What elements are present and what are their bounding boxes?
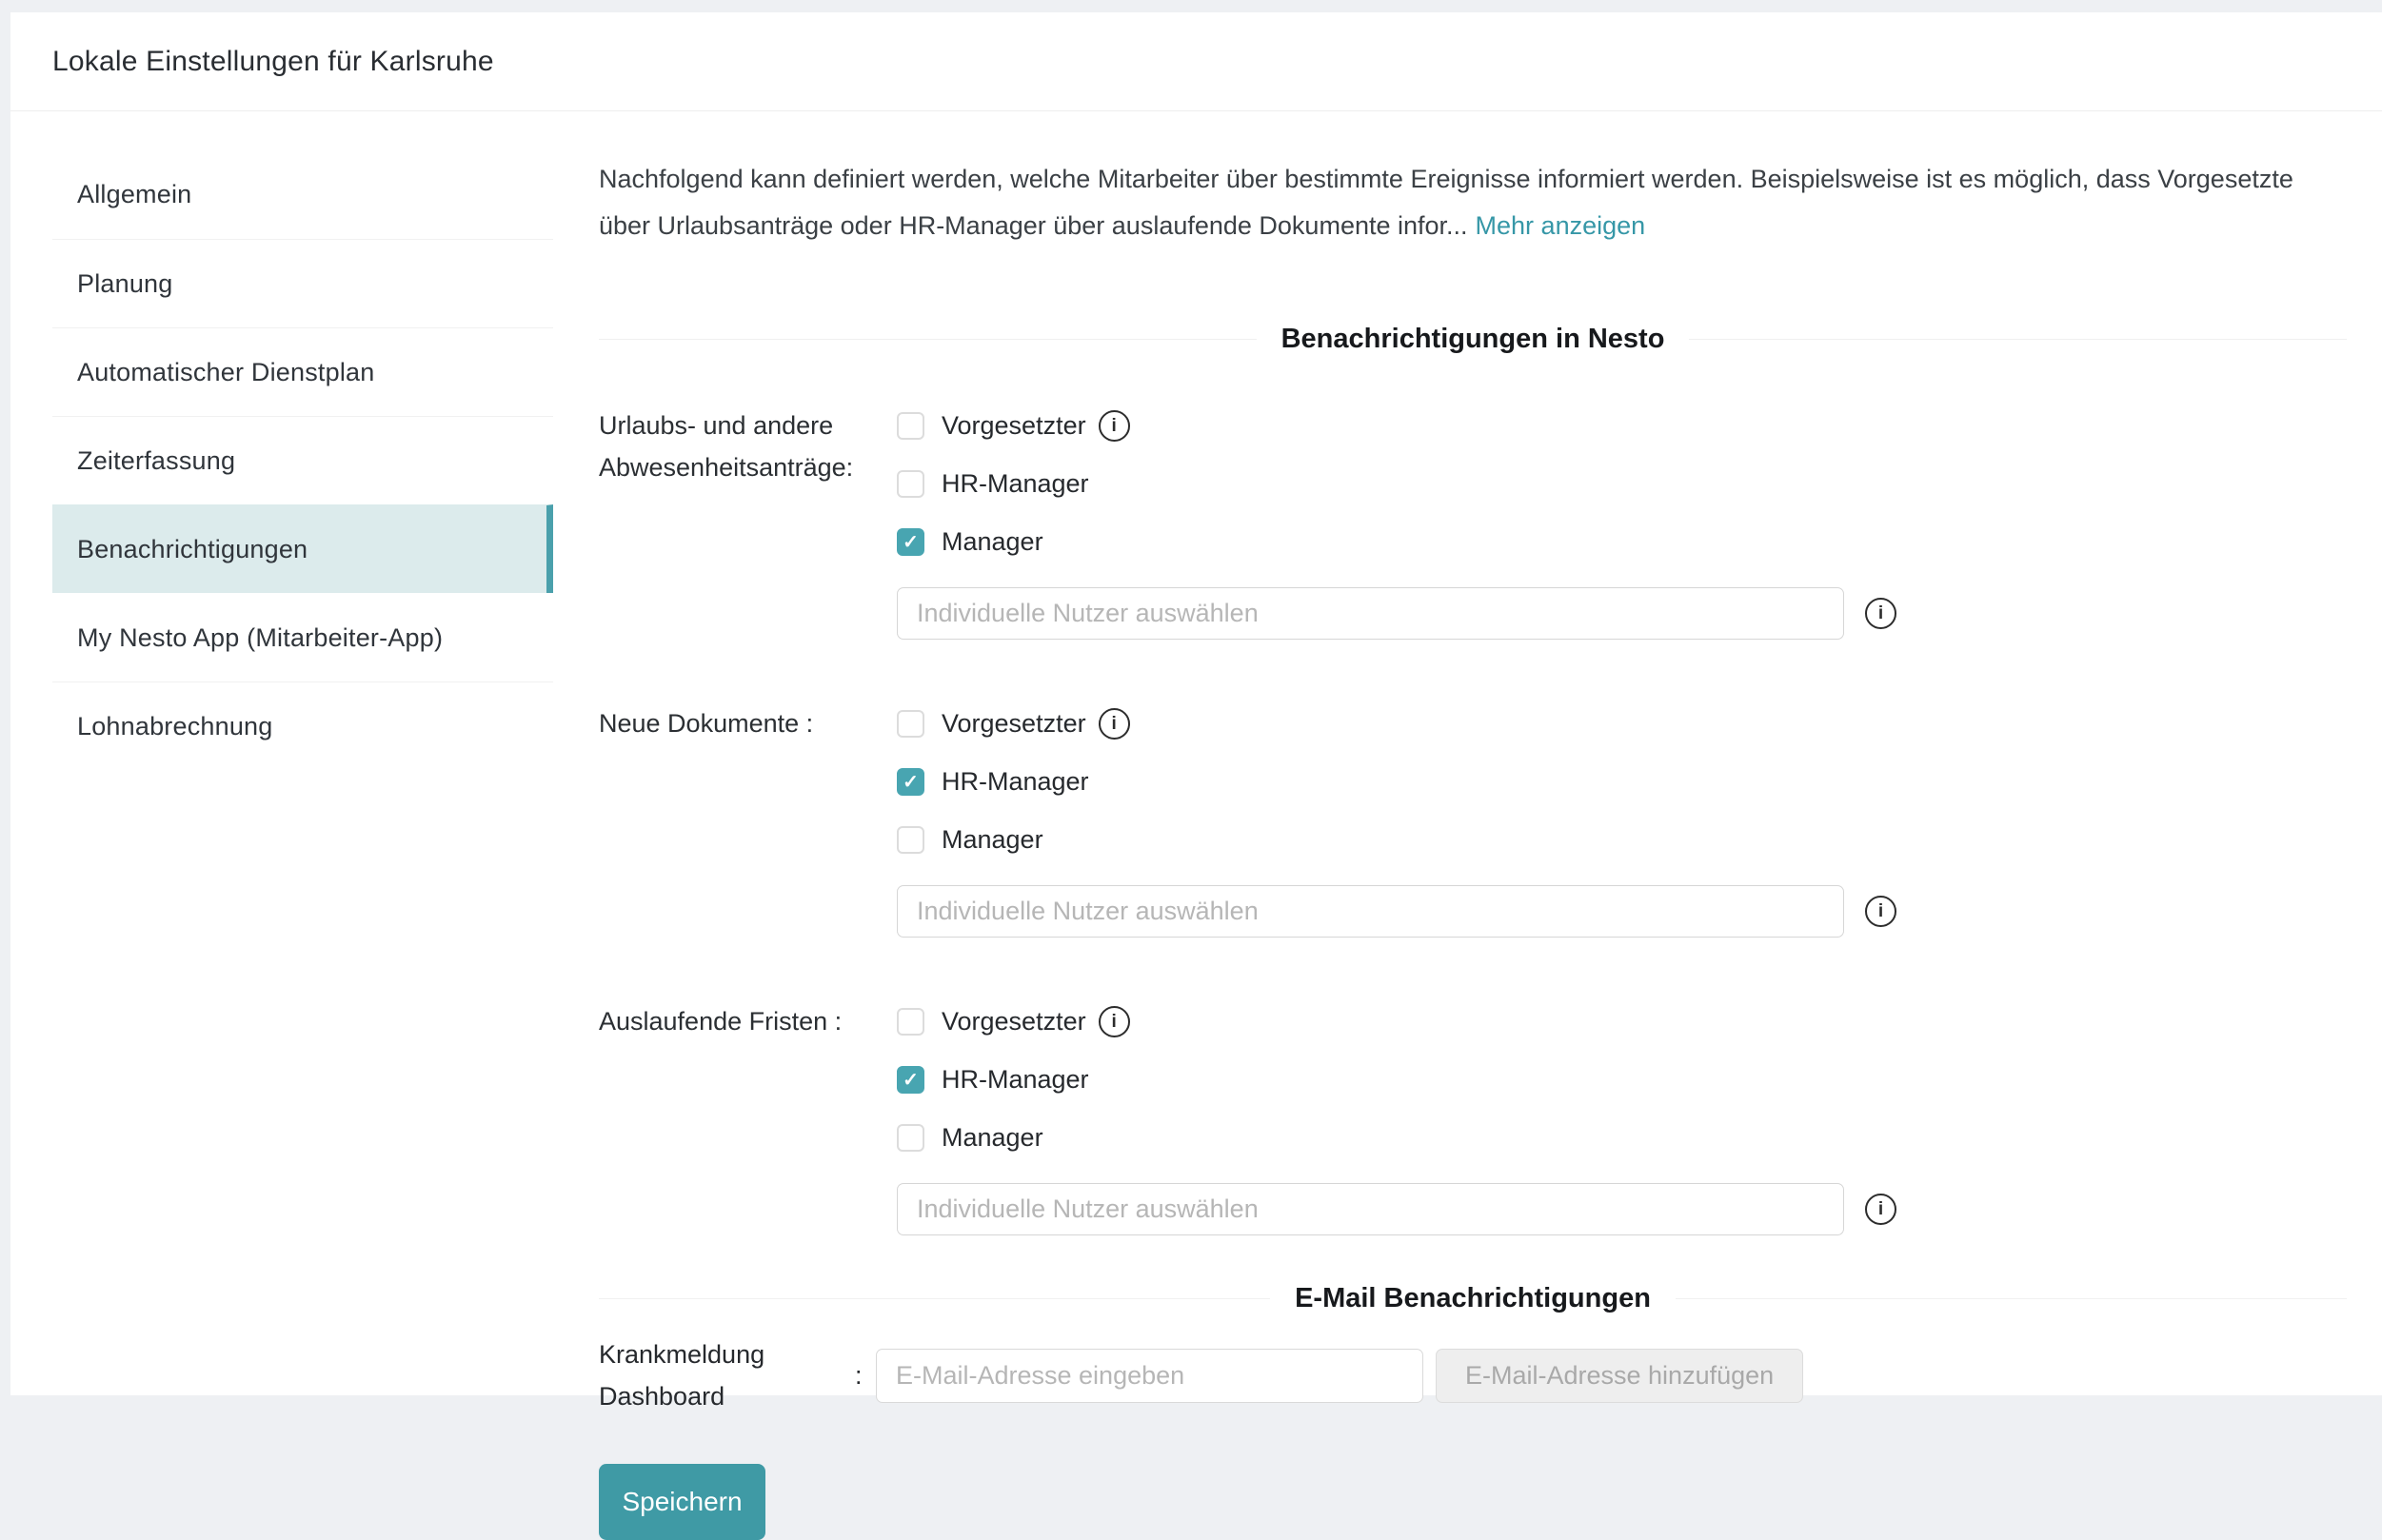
option-label: Vorgesetzter [942,1007,1086,1037]
option-row-hr-manager: HR-Manager [897,753,2347,811]
vorgesetzter-checkbox[interactable] [897,412,924,440]
sidebar-item-label: Planung [77,269,173,299]
group-options: Vorgesetzter HR-Manager Manager [897,993,2347,1235]
notification-group-expiring-deadlines: Auslaufende Fristen : Vorgesetzter HR-Ma… [599,993,2347,1235]
sidebar-item-label: Zeiterfassung [77,446,235,476]
option-label: Vorgesetzter [942,709,1086,739]
section-header-email: E-Mail Benachrichtigungen [599,1283,2347,1314]
hr-manager-checkbox[interactable] [897,1066,924,1094]
label-colon: : [855,1361,876,1391]
sidebar-item-allgemein[interactable]: Allgemein [52,150,553,239]
card-header: Lokale Einstellungen für Karlsruhe [10,12,2382,111]
section-divider-line [599,339,1257,340]
sidebar-item-automatischer-dienstplan[interactable]: Automatischer Dienstplan [52,327,553,416]
group-label: Urlaubs- und andere Abwesenheitsanträge: [599,397,897,640]
save-button[interactable]: Speichern [599,1464,765,1540]
show-more-link[interactable]: Mehr anzeigen [1476,211,1646,240]
option-row-vorgesetzter: Vorgesetzter [897,993,2347,1051]
manager-checkbox[interactable] [897,528,924,556]
sidebar-item-zeiterfassung[interactable]: Zeiterfassung [52,416,553,504]
settings-card: Lokale Einstellungen für Karlsruhe Allge… [10,12,2382,1395]
intro-description: Nachfolgend kann definiert werden, welch… [599,165,2293,240]
vorgesetzter-checkbox[interactable] [897,710,924,738]
info-icon[interactable] [1865,1194,1896,1225]
option-label: Manager [942,825,1043,855]
sick-note-dashboard-label: Krankmeldung Dashboard [599,1333,855,1417]
sidebar-item-label: Benachrichtigungen [77,535,308,564]
page: { "header": { "title": "Lokale Einstellu… [0,0,2382,1395]
option-row-manager: Manager [897,1109,2347,1167]
sick-note-dashboard-row: Krankmeldung Dashboard : E-Mail-Adresse … [599,1333,2347,1417]
manager-checkbox[interactable] [897,826,924,854]
option-row-hr-manager: HR-Manager [897,1051,2347,1109]
user-picker-row [897,885,2347,938]
info-icon[interactable] [1099,1006,1130,1037]
page-title: Lokale Einstellungen für Karlsruhe [52,46,494,78]
info-icon[interactable] [1865,598,1896,629]
intro-text: Nachfolgend kann definiert werden, welch… [599,156,2347,249]
group-label: Neue Dokumente : [599,695,897,938]
option-label: HR-Manager [942,469,1089,499]
option-label: HR-Manager [942,767,1089,797]
group-options: Vorgesetzter HR-Manager Manager [897,397,2347,640]
info-icon[interactable] [1099,708,1130,740]
sidebar-item-my-nesto-app[interactable]: My Nesto App (Mitarbeiter-App) [52,593,553,681]
section-divider-line [1676,1298,2347,1299]
individual-users-input[interactable] [897,885,1844,938]
sidebar-item-label: Automatischer Dienstplan [77,358,374,387]
option-row-manager: Manager [897,513,2347,571]
section-divider-line [1689,339,2347,340]
hr-manager-checkbox[interactable] [897,768,924,796]
option-label: HR-Manager [942,1065,1089,1095]
group-label: Auslaufende Fristen : [599,993,897,1235]
sidebar-item-planung[interactable]: Planung [52,239,553,327]
group-options: Vorgesetzter HR-Manager Manager [897,695,2347,938]
sidebar-item-lohnabrechnung[interactable]: Lohnabrechnung [52,681,553,770]
sidebar-item-label: My Nesto App (Mitarbeiter-App) [77,623,443,653]
option-row-hr-manager: HR-Manager [897,455,2347,513]
sidebar-item-label: Lohnabrechnung [77,712,273,741]
user-picker-row [897,1183,2347,1235]
email-address-input[interactable] [876,1349,1423,1403]
sidebar-item-benachrichtigungen[interactable]: Benachrichtigungen [52,504,553,593]
individual-users-input[interactable] [897,587,1844,640]
main-content: Nachfolgend kann definiert werden, welch… [553,111,2382,1540]
hr-manager-checkbox[interactable] [897,470,924,498]
settings-sidebar: Allgemein Planung Automatischer Dienstpl… [10,111,553,770]
info-icon[interactable] [1099,410,1130,442]
info-icon[interactable] [1865,896,1896,927]
add-email-button[interactable]: E-Mail-Adresse hinzufügen [1436,1349,1803,1403]
section-title: E-Mail Benachrichtigungen [1295,1283,1651,1314]
manager-checkbox[interactable] [897,1124,924,1152]
individual-users-input[interactable] [897,1183,1844,1235]
section-title: Benachrichtigungen in Nesto [1281,324,1665,355]
notification-group-absence-requests: Urlaubs- und andere Abwesenheitsanträge:… [599,397,2347,640]
option-row-manager: Manager [897,811,2347,869]
notification-group-new-documents: Neue Dokumente : Vorgesetzter HR-Manager… [599,695,2347,938]
vorgesetzter-checkbox[interactable] [897,1008,924,1036]
option-row-vorgesetzter: Vorgesetzter [897,695,2347,753]
section-divider-line [599,1298,1270,1299]
option-label: Manager [942,1123,1043,1153]
card-body: Allgemein Planung Automatischer Dienstpl… [10,111,2382,1540]
option-label: Manager [942,527,1043,557]
option-label: Vorgesetzter [942,411,1086,441]
user-picker-row [897,587,2347,640]
option-row-vorgesetzter: Vorgesetzter [897,397,2347,455]
sidebar-item-label: Allgemein [77,180,191,209]
section-header-nesto: Benachrichtigungen in Nesto [599,324,2347,355]
